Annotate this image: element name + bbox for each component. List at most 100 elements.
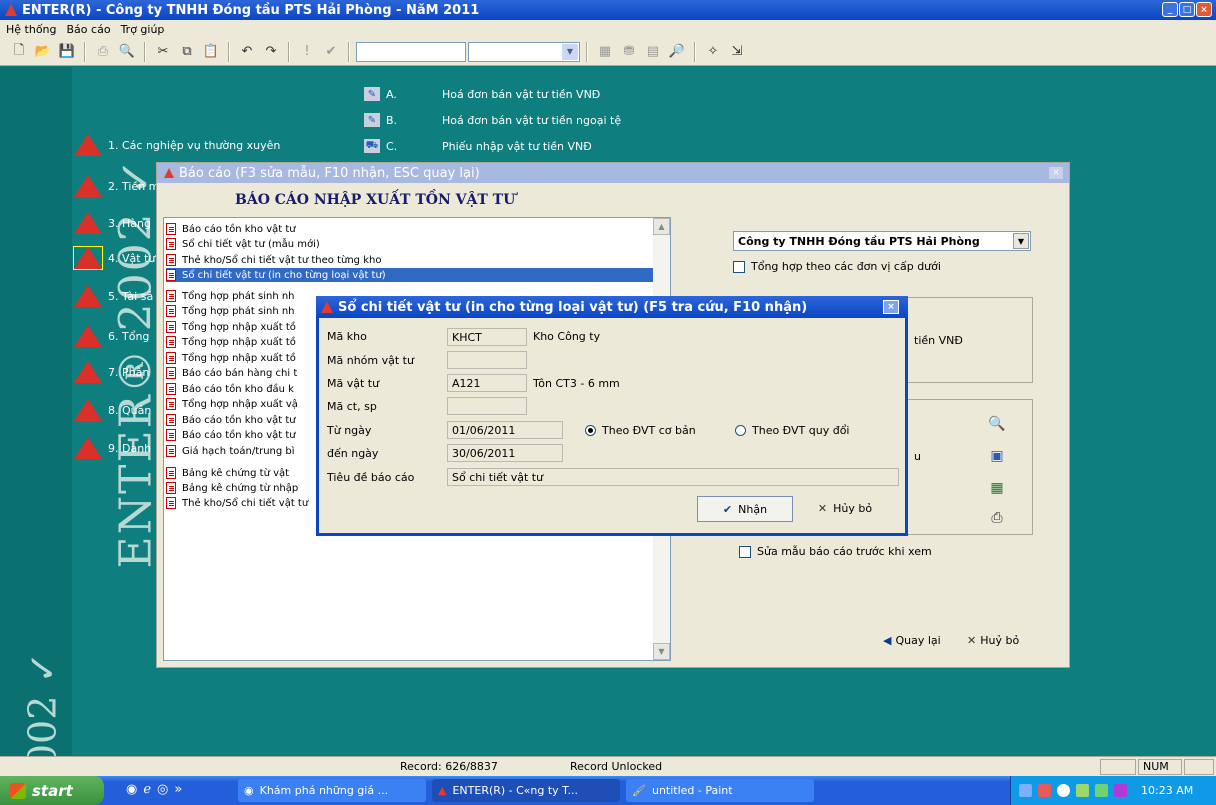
save-icon[interactable]: 💾 bbox=[56, 41, 78, 63]
cancel-report-button[interactable]: ✕ Huỷ bỏ bbox=[961, 629, 1025, 651]
window-title: ENTER(R) - Công ty TNHH Đóng tầu PTS Hải… bbox=[22, 2, 480, 18]
maximize-button[interactable]: □ bbox=[1179, 2, 1195, 17]
document-icon bbox=[166, 497, 176, 509]
brand-text-bottom: 2002 ✓ bbox=[20, 651, 65, 756]
main-menu-item-7[interactable]: 7. Phân bbox=[74, 361, 149, 383]
sub-item-a[interactable]: ✎ A. Hoá đơn bán vật tư tiền VNĐ bbox=[364, 87, 600, 101]
close-icon[interactable]: × bbox=[883, 300, 899, 314]
document-icon bbox=[166, 429, 176, 441]
start-button[interactable]: start bbox=[0, 776, 104, 805]
grid-icon[interactable]: ▦ bbox=[594, 41, 616, 63]
main-menu-item-4[interactable]: 4. Vật tư bbox=[73, 246, 155, 270]
from-date-field[interactable]: 01/06/2011 bbox=[447, 421, 563, 439]
product-code-field[interactable] bbox=[447, 397, 527, 415]
radio-dot[interactable] bbox=[585, 425, 596, 436]
app-logo-icon bbox=[321, 301, 333, 313]
sub-item-c[interactable]: ⛟ C. Phiếu nhập vật tư tiền VNĐ bbox=[364, 139, 592, 153]
list-item-selected[interactable]: Sổ chi tiết vật tư (in cho từng loại vật… bbox=[166, 268, 656, 282]
ok-button[interactable]: ✔ Nhận bbox=[697, 496, 793, 522]
checkbox-box[interactable] bbox=[733, 260, 745, 273]
list-item[interactable]: Sổ chi tiết vật tư (mẫu mới) bbox=[166, 237, 656, 251]
browser-icon[interactable]: ◉ bbox=[126, 782, 137, 797]
network-icon[interactable] bbox=[1019, 784, 1032, 797]
chevron-right-icon[interactable]: » bbox=[174, 782, 182, 797]
status-cell bbox=[1184, 759, 1214, 775]
unit-converted-radio[interactable]: Theo ĐVT quy đổi bbox=[735, 424, 850, 437]
ie-icon[interactable]: ℯ bbox=[143, 782, 151, 797]
back-button[interactable]: ◀ Quay lại bbox=[877, 629, 947, 651]
language-icon[interactable] bbox=[1114, 784, 1127, 797]
record-status: Record: 626/8837 bbox=[400, 760, 498, 773]
detail-dialog-titlebar: Sổ chi tiết vật tư (in cho từng loại vật… bbox=[316, 296, 908, 318]
chevron-down-icon[interactable]: ▼ bbox=[562, 43, 578, 60]
menu-help[interactable]: Trợ giúp bbox=[121, 23, 165, 36]
exclamation-icon[interactable]: ! bbox=[296, 41, 318, 63]
preview-icon[interactable]: 🔍 bbox=[986, 414, 1008, 434]
main-menu-item-3[interactable]: 3. Hàng bbox=[74, 212, 151, 234]
warehouse-code-field[interactable]: KHCT bbox=[447, 328, 527, 346]
list-item-label: Tổng hợp phát sinh nh bbox=[182, 305, 295, 317]
filter-icon[interactable]: ⛃ bbox=[618, 41, 640, 63]
excel-icon[interactable]: ▦ bbox=[986, 478, 1008, 498]
exit-icon[interactable]: ⇲ bbox=[726, 41, 748, 63]
main-menu-item-2[interactable]: 2. Tiền m bbox=[74, 175, 159, 197]
antivirus-icon[interactable] bbox=[1038, 784, 1051, 797]
main-menu-item-1[interactable]: 1. Các nghiệp vụ thường xuyên bbox=[74, 134, 280, 156]
document-icon bbox=[166, 383, 176, 395]
main-menu-item-9[interactable]: 9. Danh bbox=[74, 437, 151, 459]
export-icon[interactable]: ▣ bbox=[986, 446, 1008, 466]
update-icon[interactable] bbox=[1076, 784, 1089, 797]
sub-item-b[interactable]: ✎ B. Hoá đơn bán vật tư tiền ngoại tệ bbox=[364, 113, 621, 127]
close-button[interactable]: × bbox=[1196, 2, 1212, 17]
menu-report[interactable]: Báo cáo bbox=[67, 23, 111, 36]
main-menu-item-8[interactable]: 8. Quản bbox=[74, 399, 151, 421]
status-bar: Record: 626/8837 Record Unlocked NUM bbox=[0, 756, 1216, 776]
radio-dot[interactable] bbox=[735, 425, 746, 436]
company-select[interactable]: Công ty TNHH Đóng tầu PTS Hải Phòng ▼ bbox=[733, 231, 1031, 251]
list-item-label: Tổng hợp nhập xuất vậ bbox=[182, 398, 298, 410]
preview-icon[interactable]: 🔍 bbox=[116, 41, 138, 63]
to-date-field[interactable]: 30/06/2011 bbox=[447, 444, 563, 462]
menu-system[interactable]: Hệ thống bbox=[6, 23, 57, 36]
wand-icon[interactable]: ✧ bbox=[702, 41, 724, 63]
report-title-field[interactable]: Sổ chi tiết vật tư bbox=[447, 468, 899, 486]
toolbar-text-field[interactable] bbox=[356, 41, 466, 62]
task-paint[interactable]: 🖌 untitled - Paint bbox=[626, 779, 814, 802]
edit-template-checkbox[interactable]: Sửa mẫu báo cáo trước khi xem bbox=[739, 545, 932, 558]
cut-icon[interactable]: ✂ bbox=[152, 41, 174, 63]
item-name: Tôn CT3 - 6 mm bbox=[533, 377, 620, 390]
check-icon[interactable]: ✔ bbox=[320, 41, 342, 63]
main-menu-item-6[interactable]: 6. Tổng bbox=[74, 325, 149, 347]
print-icon[interactable]: ⎙ bbox=[92, 41, 114, 63]
task-enter[interactable]: ▲ ENTER(R) - C«ng ty T... bbox=[432, 779, 620, 802]
open-icon[interactable]: 📂 bbox=[32, 41, 54, 63]
list-item[interactable]: Báo cáo tồn kho vật tư bbox=[166, 222, 656, 236]
unit-basic-radio[interactable]: Theo ĐVT cơ bản bbox=[585, 424, 696, 437]
checkbox-box[interactable] bbox=[739, 545, 751, 558]
list-item[interactable]: Thẻ kho/Sổ chi tiết vật tư theo từng kho bbox=[166, 253, 656, 267]
zoom-icon[interactable]: 🔎 bbox=[666, 41, 688, 63]
unit-basic-label: Theo ĐVT cơ bản bbox=[602, 424, 696, 437]
redo-icon[interactable]: ↷ bbox=[260, 41, 282, 63]
copy-icon[interactable]: ⧉ bbox=[176, 41, 198, 63]
toolbar-combo[interactable]: ▼ bbox=[468, 41, 580, 62]
item-code-field[interactable]: A121 bbox=[447, 374, 527, 392]
printer-icon[interactable]: ⎙ bbox=[986, 508, 1008, 528]
minimize-button[interactable]: _ bbox=[1162, 2, 1178, 17]
chevron-down-icon[interactable]: ▼ bbox=[1013, 233, 1029, 249]
media-icon[interactable]: ◎ bbox=[157, 782, 168, 797]
task-browser[interactable]: ◉ Khám phá những giá ... bbox=[238, 779, 426, 802]
shield-icon[interactable] bbox=[1095, 784, 1108, 797]
group-code-field[interactable] bbox=[447, 351, 527, 369]
undo-icon[interactable]: ↶ bbox=[236, 41, 258, 63]
scroll-up-icon[interactable]: ▲ bbox=[653, 218, 670, 235]
main-menu-item-5[interactable]: 5. Tài sả bbox=[74, 285, 153, 307]
new-icon[interactable]: 🗋 bbox=[8, 41, 30, 63]
scroll-down-icon[interactable]: ▼ bbox=[653, 643, 670, 660]
summary-checkbox[interactable]: Tổng hợp theo các đơn vị cấp dưới bbox=[733, 260, 941, 273]
cancel-button[interactable]: ✕ Hủy bỏ bbox=[797, 496, 893, 520]
volume-icon[interactable] bbox=[1057, 784, 1070, 797]
close-icon[interactable]: × bbox=[1049, 167, 1063, 179]
paste-icon[interactable]: 📋 bbox=[200, 41, 222, 63]
properties-icon[interactable]: ▤ bbox=[642, 41, 664, 63]
